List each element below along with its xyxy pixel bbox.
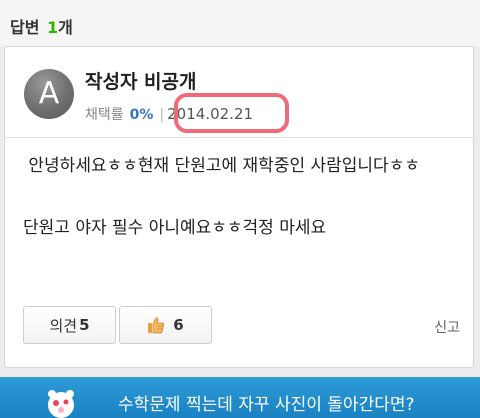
opinion-button[interactable]: 의견 5 (23, 306, 116, 344)
promo-banner[interactable]: 수학문제 찍는데 자꾸 사진이 돌아간다면? (0, 377, 480, 418)
like-count: 6 (173, 316, 184, 334)
meta-separator: | (159, 107, 165, 123)
answer-count: 1 (47, 18, 59, 37)
answer-card: A 작성자 비공개 채택률 0% | 2014.02.21 안녕하세요ㅎㅎ현재 단원고… (4, 46, 474, 368)
answer-date: 2014.02.21 (167, 105, 254, 123)
thumbs-up-icon (147, 316, 165, 334)
divider (5, 137, 473, 138)
report-link[interactable]: 신고 (434, 317, 460, 337)
like-button[interactable]: 6 (119, 306, 212, 344)
author-name: 작성자 비공개 (85, 71, 197, 93)
opinion-count: 5 (79, 316, 90, 334)
answer-label: 답변 (10, 18, 40, 37)
answer-count-suffix: 개 (58, 18, 73, 37)
adoption-rate-label: 채택률 (85, 107, 124, 123)
answer-section-header: 답변 1개 (0, 0, 480, 46)
answer-meta: 채택률 0% | 2014.02.21 (85, 104, 253, 124)
mascot-illustration (48, 390, 74, 418)
banner-text: 수학문제 찍는데 자꾸 사진이 돌아간다면? (118, 395, 415, 415)
avatar-letter: A (38, 76, 60, 111)
answer-count-title: 답변 1개 (10, 14, 73, 38)
answer-body: 안녕하세요ㅎㅎ현재 단원고에 재학중인 사람입니다ㅎㅎ 단원고 야자 필수 아니… (23, 156, 420, 238)
avatar[interactable]: A (24, 69, 74, 119)
opinion-label: 의견 (49, 316, 78, 335)
adoption-rate-value: 0% (129, 107, 154, 123)
